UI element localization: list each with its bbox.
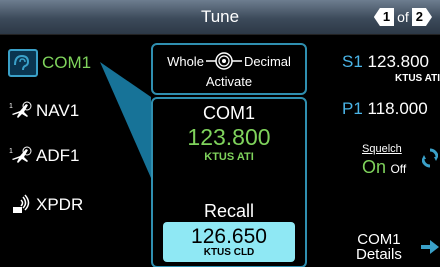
page-next-button[interactable]: 2 xyxy=(411,8,432,26)
radio-item-label: ADF1 xyxy=(36,146,80,165)
recall-button[interactable]: 126.650 KTUS CLD xyxy=(163,222,295,262)
page-indicator: 1 of 2 xyxy=(373,7,432,27)
recall-label: Recall xyxy=(203,201,255,221)
active-frequency-panel[interactable]: COM1 123.800 KTUS ATI Recall 126.650 KTU… xyxy=(151,97,307,267)
preset-s1-frequency: 123.800 xyxy=(367,52,429,71)
preset-p1-label: P1 xyxy=(342,99,363,118)
svg-text:1: 1 xyxy=(9,148,13,155)
squelch-on-label: On xyxy=(362,157,387,177)
svg-text:1: 1 xyxy=(9,103,13,110)
com-headset-icon xyxy=(8,49,38,77)
radio-item-label: XPDR xyxy=(36,195,84,214)
preset-s1-label: S1 xyxy=(342,52,363,71)
radio-item-label: NAV1 xyxy=(36,101,80,120)
squelch-label[interactable]: Squelch xyxy=(362,143,402,155)
decimal-label: Decimal xyxy=(243,53,291,69)
radio-item-xpdr[interactable]: XPDR xyxy=(8,190,83,220)
nav-plane-icon: 1 xyxy=(9,101,32,118)
arrow-right-icon[interactable] xyxy=(421,240,439,254)
preset-p1-frequency: 118.000 xyxy=(367,99,428,118)
radio-item-adf1[interactable]: 1 ADF1 xyxy=(8,141,79,171)
title-bar: Tune 1 of 2 xyxy=(0,0,440,35)
page-prev-button[interactable]: 1 xyxy=(373,8,395,26)
radio-item-label: COM1 xyxy=(42,53,92,72)
radio-item-com1[interactable]: COM1 xyxy=(8,48,91,78)
page-of-label: of xyxy=(397,9,409,25)
refresh-cycle-icon[interactable] xyxy=(422,147,438,169)
details-line1: COM1 xyxy=(357,231,401,248)
recall-identifier: KTUS CLD xyxy=(203,247,255,258)
knob-function-box[interactable]: Whole Decimal Activate xyxy=(151,43,307,95)
squelch-toggle[interactable]: On Off xyxy=(362,157,406,178)
dual-knob-icon xyxy=(205,52,242,70)
radio-item-nav1[interactable]: 1 NAV1 xyxy=(8,96,79,126)
adf-plane-icon: 1 xyxy=(9,146,32,163)
preset-s1[interactable]: S1 123.800 xyxy=(342,52,429,72)
squelch-off-label: Off xyxy=(390,162,407,176)
details-line2: Details xyxy=(356,246,402,263)
preset-s1-identifier: KTUS ATI xyxy=(395,73,440,84)
recall-frequency: 126.650 xyxy=(191,225,267,248)
whole-label: Whole xyxy=(167,53,204,69)
knob-row: Whole Decimal xyxy=(153,51,305,71)
active-frequency: 123.800 xyxy=(187,124,271,150)
preset-p1[interactable]: P1 118.000 xyxy=(342,99,428,119)
active-identifier: KTUS ATI xyxy=(204,151,254,163)
xpdr-signal-icon xyxy=(13,194,30,213)
activate-label: Activate xyxy=(205,74,253,89)
active-radio-name: COM1 xyxy=(202,103,255,123)
tune-screen: Tune 1 of 2 COM1 1 NAV1 1 ADF1 XPDR Whol… xyxy=(0,0,440,267)
com1-details-button[interactable]: COM1 Details xyxy=(356,232,402,262)
